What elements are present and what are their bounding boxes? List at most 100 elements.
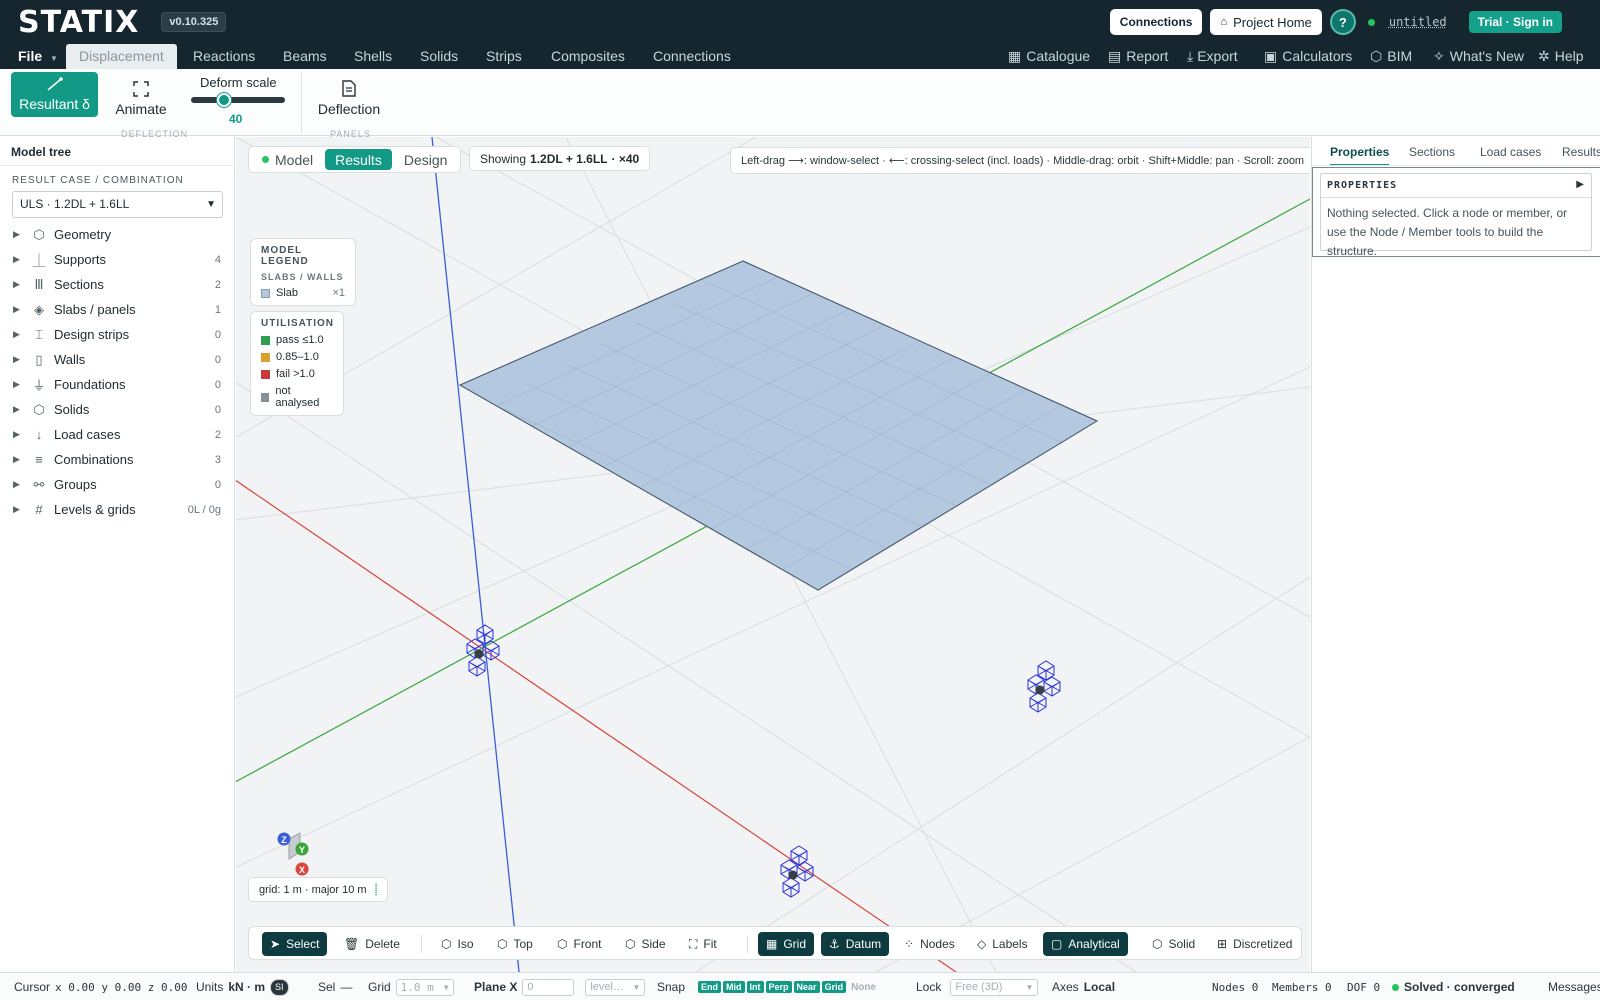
tree-item[interactable]: ▶ ≡ Combinations 3 [0, 447, 235, 472]
fit-button[interactable]: ⛶ Fit [681, 932, 725, 956]
deform-scale-slider[interactable] [191, 93, 285, 107]
export-menu[interactable]: ⤓ Export [1187, 44, 1238, 69]
axes-value[interactable]: Local [1084, 980, 1115, 994]
delete-button[interactable]: 🗑 Delete [336, 932, 408, 956]
expand-arrow-icon[interactable]: ▶ [13, 454, 20, 465]
scene-canvas[interactable]: Z Y X [236, 137, 1310, 972]
datum-toggle[interactable]: ⚓ Datum [821, 932, 890, 956]
expand-arrow-icon[interactable]: ▶ [13, 479, 20, 490]
labels-toggle[interactable]: ◇ Labels [969, 932, 1036, 956]
tab-sections[interactable]: Sections [1409, 145, 1455, 159]
expand-arrow-icon[interactable]: ▶ [13, 379, 20, 390]
slab-panel[interactable] [458, 260, 1099, 591]
trial-sign-in-button[interactable]: Trial · Sign in [1468, 11, 1562, 33]
expand-arrow-icon[interactable]: ▶ [13, 354, 20, 365]
tab-results[interactable]: Results [325, 149, 392, 170]
tab-properties[interactable]: Properties [1330, 145, 1390, 166]
tree-item[interactable]: ▶ ↓ Load cases 2 [0, 422, 235, 447]
tree-item[interactable]: ▶ ⬡ Solids 0 [0, 397, 235, 422]
grid-select[interactable]: 1.0 m ▼ [395, 978, 454, 996]
bim-menu[interactable]: ⬡ BIM [1370, 44, 1412, 69]
tree-item[interactable]: ▶ ⚯ Groups 0 [0, 472, 235, 497]
help-button[interactable]: ? [1329, 9, 1356, 35]
tree-item[interactable]: ▶ ⬡ Geometry [0, 222, 235, 247]
tree-item[interactable]: ▶ ▯ Walls 0 [0, 347, 235, 372]
tree-item[interactable]: ▶ Ⅲ Sections 2 [0, 272, 235, 297]
tree-item[interactable]: ▶ ⏊ Supports 4 [0, 247, 235, 272]
deflection-button[interactable]: Deflection [317, 77, 381, 117]
snap-option[interactable]: Grid [821, 981, 847, 993]
animate-button[interactable]: Animate [110, 77, 172, 117]
messages-button[interactable]: Messages4 [1548, 973, 1600, 1000]
tab-load-cases[interactable]: Load cases [1480, 145, 1541, 159]
slab-swatch [261, 288, 270, 298]
snap-options: End Mid Int Perp Near Grid [698, 981, 847, 993]
expand-arrow-icon[interactable]: ▶ [13, 229, 20, 240]
view-front-button[interactable]: ⬡ Front [549, 932, 610, 956]
tab-beams[interactable]: Beams [283, 44, 327, 69]
view-side-button[interactable]: ⬡ Side [617, 932, 674, 956]
expand-arrow-icon[interactable]: ▶ [13, 504, 20, 515]
tab-strips[interactable]: Strips [486, 44, 522, 69]
tab-solids[interactable]: Solids [420, 44, 458, 69]
solver-status: Solved · converged [1392, 973, 1515, 1000]
discretized-toggle[interactable]: ⊞ Discretized [1209, 932, 1300, 956]
tab-shells[interactable]: Shells [354, 44, 392, 69]
showing-scale: · ×40 [611, 151, 640, 166]
expand-arrow-icon[interactable]: ▶ [13, 254, 20, 265]
tab-reactions[interactable]: Reactions [193, 44, 255, 69]
expand-arrow-icon[interactable]: ▶ [13, 429, 20, 440]
tree-item[interactable]: ▶ ⏚ Foundations 0 [0, 372, 235, 397]
lock-select[interactable]: Free (3D) ▼ [950, 978, 1039, 996]
plane-input[interactable]: 0 [522, 978, 575, 996]
snap-option[interactable]: Mid [723, 981, 745, 993]
result-case-select[interactable]: ULS · 1.2DL + 1.6LL ▼ [12, 191, 223, 218]
3d-viewport[interactable]: Z Y X Model Results Design Showing 1.2DL… [236, 137, 1310, 972]
snap-option[interactable]: End [698, 981, 722, 993]
units-toggle[interactable]: SI [270, 978, 289, 996]
cube-icon: ⬡ [33, 401, 45, 417]
expand-arrow-icon[interactable]: ▶ [13, 304, 20, 315]
grid-toggle[interactable]: ▦ Grid [758, 932, 815, 956]
view-iso-button[interactable]: ⬡ Iso [433, 932, 482, 956]
select-button[interactable]: ➤ Select [262, 932, 328, 956]
tab-composites[interactable]: Composites [551, 44, 625, 69]
deform-scale-knob[interactable] [216, 93, 231, 107]
expand-arrow-icon[interactable]: ▶ [13, 404, 20, 415]
document-icon [342, 80, 356, 97]
report-menu[interactable]: ▤ Report [1108, 44, 1168, 69]
nodes-toggle[interactable]: ⁘ Nodes [896, 932, 963, 956]
level-select[interactable]: level… ▼ [585, 978, 646, 996]
tree-item[interactable]: ▶ ⌶ Design strips 0 [0, 322, 235, 347]
view-top-button[interactable]: ⬡ Top [489, 932, 541, 956]
tree-item[interactable]: ▶ # Levels & grids 0L / 0g [0, 497, 235, 522]
tab-results[interactable]: Results [1562, 145, 1600, 159]
resultant-deflection-button[interactable]: Resultant δ [11, 72, 98, 117]
snap-none-button[interactable]: None [851, 982, 876, 993]
analytical-toggle[interactable]: ▢ Analytical [1043, 932, 1128, 956]
connections-button[interactable]: Connections [1109, 9, 1203, 35]
snap-option[interactable]: Perp [765, 981, 792, 993]
project-name[interactable]: untitled [1389, 15, 1447, 29]
top-bar-actions: Connections ⌂ Project Home ? untitled Tr… [1109, 9, 1562, 35]
model-legend: MODEL LEGEND SLABS / WALLS Slab ×1 [250, 238, 356, 306]
tab-connections[interactable]: Connections [653, 44, 731, 69]
help-menu[interactable]: ✲ Help [1538, 44, 1584, 69]
tab-model[interactable]: Model [252, 149, 323, 170]
support-symbol[interactable] [1027, 660, 1061, 713]
file-menu[interactable]: File ▼ [18, 44, 58, 69]
tab-design[interactable]: Design [394, 149, 458, 170]
calculators-menu[interactable]: ▣ Calculators [1264, 44, 1352, 69]
play-icon[interactable]: ▶ [1576, 179, 1584, 190]
project-home-button[interactable]: ⌂ Project Home [1210, 9, 1322, 35]
tree-item[interactable]: ▶ ◈ Slabs / panels 1 [0, 297, 235, 322]
tab-displacement[interactable]: Displacement [66, 44, 177, 69]
solid-toggle[interactable]: ⬡ Solid [1144, 932, 1203, 956]
expand-arrow-icon[interactable]: ▶ [13, 279, 20, 290]
expand-arrow-icon[interactable]: ▶ [13, 329, 20, 340]
snap-option[interactable]: Near [793, 981, 820, 993]
catalogue-menu[interactable]: ▦ Catalogue [1008, 44, 1090, 69]
whats-new-menu[interactable]: ✧ What's New [1433, 44, 1524, 69]
delete-label: Delete [365, 937, 400, 951]
snap-option[interactable]: Int [746, 981, 764, 993]
